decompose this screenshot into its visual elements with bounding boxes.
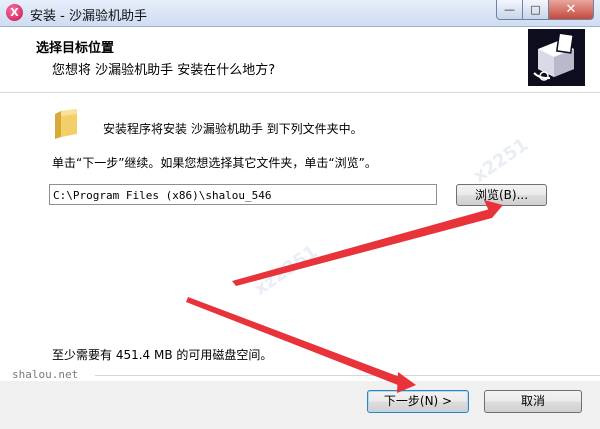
install-path-input[interactable]: C:\Program Files (x86)\shalou_546	[49, 184, 437, 205]
maximize-button[interactable]: □	[523, 0, 549, 20]
page-title: 选择目标位置	[36, 41, 115, 56]
browse-button[interactable]: 浏览(B)...	[456, 184, 547, 206]
close-button[interactable]: ✕	[549, 0, 594, 20]
folder-icon	[53, 108, 79, 140]
app-icon: X	[6, 4, 23, 21]
cancel-button[interactable]: 取消	[484, 390, 582, 413]
wizard-header: 选择目标位置 您想将 沙漏验机助手 安装在什么地方?	[0, 27, 600, 93]
page-subtitle: 您想将 沙漏验机助手 安装在什么地方?	[52, 63, 276, 78]
instruction-text: 单击“下一步”继续。如果您想选择其它文件夹，单击“浏览”。	[52, 156, 377, 170]
minimize-button[interactable]: —	[496, 0, 523, 20]
window-controls: — □ ✕	[496, 0, 594, 20]
arrow-to-next	[186, 297, 408, 387]
watermark-text: shalou.net	[12, 368, 79, 381]
disk-space-text: 至少需要有 451.4 MB 的可用磁盘空间。	[52, 348, 273, 362]
install-intro-text: 安装程序将安装 沙漏验机助手 到下列文件夹中。	[103, 122, 363, 136]
window-title: 安装 - 沙漏验机助手	[30, 9, 147, 24]
divider	[95, 375, 600, 376]
installer-logo-icon	[528, 29, 585, 86]
next-button[interactable]: 下一步(N) >	[367, 390, 469, 413]
title-bar: X 安装 - 沙漏验机助手 — □ ✕	[0, 0, 600, 27]
